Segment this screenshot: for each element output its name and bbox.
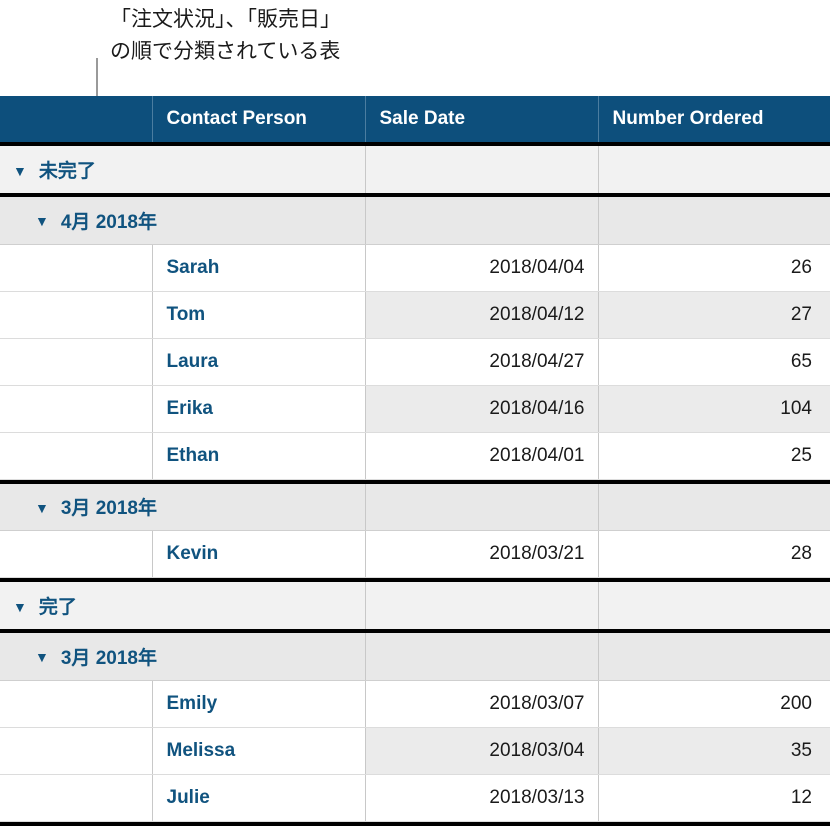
cell-number-ordered[interactable]: 12 [598, 774, 830, 822]
group-empty-cell-sale-date [365, 633, 599, 681]
cell-contact-person[interactable]: Julie [152, 774, 366, 822]
column-header-contact-person[interactable]: Contact Person [152, 96, 366, 142]
group-empty-cell-number-ordered [598, 633, 830, 681]
group-row-level1[interactable]: ▼ 完了 [0, 582, 830, 629]
screenshot-root: 「注文状況」、「販売日」 の順で分類されている表 Contact Person … [0, 0, 830, 826]
group-row-level1[interactable]: ▼ 未完了 [0, 146, 830, 193]
disclosure-triangle-icon[interactable]: ▼ [13, 164, 27, 178]
cell-number-ordered[interactable]: 27 [598, 291, 830, 339]
table-row[interactable]: Julie 2018/03/13 12 [0, 774, 830, 822]
group-row-level2[interactable]: ▼ 4月 2018年 [0, 197, 830, 245]
group-empty-cell-sale-date [365, 146, 599, 193]
cell-contact-person[interactable]: Erika [152, 385, 366, 433]
disclosure-triangle-icon[interactable]: ▼ [13, 600, 27, 614]
disclosure-triangle-icon[interactable]: ▼ [35, 214, 49, 228]
column-header-sale-date[interactable]: Sale Date [365, 96, 599, 142]
cell-contact-person[interactable]: Laura [152, 338, 366, 386]
cell-contact-person[interactable]: Sarah [152, 244, 366, 292]
group-empty-cell-number-ordered [598, 197, 830, 245]
table-row[interactable]: Ethan 2018/04/01 25 [0, 432, 830, 480]
cell-blank [0, 338, 153, 386]
table-row[interactable]: Sarah 2018/04/04 26 [0, 244, 830, 292]
group-empty-cell-sale-date [365, 197, 599, 245]
cell-contact-person[interactable]: Ethan [152, 432, 366, 480]
sorted-table: Contact Person Sale Date Number Ordered … [0, 96, 830, 826]
column-header-number-ordered[interactable]: Number Ordered [598, 96, 830, 142]
cell-sale-date[interactable]: 2018/04/01 [365, 432, 599, 480]
cell-contact-person[interactable]: Kevin [152, 530, 366, 578]
group-label-text: 4月 2018年 [60, 211, 157, 233]
group-label: ▼ 完了 [0, 592, 365, 619]
callout-caption: 「注文状況」、「販売日」 の順で分類されている表 [110, 8, 341, 63]
group-empty-cell-sale-date [365, 483, 599, 531]
cell-sale-date[interactable]: 2018/04/12 [365, 291, 599, 339]
group-label-cell[interactable]: ▼ 3月 2018年 [0, 483, 366, 531]
cell-number-ordered[interactable]: 200 [598, 680, 830, 728]
group-label: ▼ 4月 2018年 [0, 207, 365, 234]
header-row: Contact Person Sale Date Number Ordered [0, 96, 830, 142]
cell-contact-person[interactable]: Emily [152, 680, 366, 728]
cell-contact-person[interactable]: Tom [152, 291, 366, 339]
cell-sale-date[interactable]: 2018/03/13 [365, 774, 599, 822]
column-header-blank[interactable] [0, 96, 153, 142]
cell-blank [0, 244, 153, 292]
table-row[interactable]: Melissa 2018/03/04 35 [0, 727, 830, 775]
group-row-level2[interactable]: ▼ 3月 2018年 [0, 483, 830, 531]
table-row[interactable]: Erika 2018/04/16 104 [0, 385, 830, 433]
data-table: Contact Person Sale Date Number Ordered … [0, 96, 830, 826]
table-row[interactable]: Tom 2018/04/12 27 [0, 291, 830, 339]
cell-blank [0, 291, 153, 339]
cell-blank [0, 727, 153, 775]
table-row[interactable]: Kevin 2018/03/21 28 [0, 530, 830, 578]
group-label-text: 未完了 [38, 161, 96, 182]
cell-number-ordered[interactable]: 65 [598, 338, 830, 386]
table-body: ▼ 未完了 ▼ 4月 2018年 Sarah 2018/04/04 26 Tom 2018/04… [0, 146, 830, 826]
group-row-level2[interactable]: ▼ 3月 2018年 [0, 633, 830, 681]
table-header: Contact Person Sale Date Number Ordered [0, 96, 830, 146]
cell-sale-date[interactable]: 2018/04/16 [365, 385, 599, 433]
disclosure-triangle-icon[interactable]: ▼ [35, 650, 49, 664]
table-row[interactable]: Emily 2018/03/07 200 [0, 680, 830, 728]
cell-sale-date[interactable]: 2018/03/21 [365, 530, 599, 578]
cell-blank [0, 385, 153, 433]
group-empty-cell-number-ordered [598, 582, 830, 629]
cell-number-ordered[interactable]: 104 [598, 385, 830, 433]
cell-blank [0, 680, 153, 728]
cell-sale-date[interactable]: 2018/03/07 [365, 680, 599, 728]
group-label-cell[interactable]: ▼ 3月 2018年 [0, 633, 366, 681]
cell-blank [0, 774, 153, 822]
cell-number-ordered[interactable]: 28 [598, 530, 830, 578]
group-label-text: 完了 [38, 597, 77, 618]
group-label: ▼ 未完了 [0, 156, 365, 183]
cell-number-ordered[interactable]: 35 [598, 727, 830, 775]
cell-contact-person[interactable]: Melissa [152, 727, 366, 775]
group-label-cell[interactable]: ▼ 完了 [0, 582, 366, 629]
cell-number-ordered[interactable]: 25 [598, 432, 830, 480]
cell-blank [0, 432, 153, 480]
group-label-text: 3月 2018年 [60, 498, 157, 520]
group-label-cell[interactable]: ▼ 未完了 [0, 146, 366, 193]
group-label-cell[interactable]: ▼ 4月 2018年 [0, 197, 366, 245]
cell-sale-date[interactable]: 2018/04/04 [365, 244, 599, 292]
table-row[interactable]: Laura 2018/04/27 65 [0, 338, 830, 386]
group-empty-cell-number-ordered [598, 146, 830, 193]
group-label: ▼ 3月 2018年 [0, 493, 365, 520]
cell-sale-date[interactable]: 2018/04/27 [365, 338, 599, 386]
disclosure-triangle-icon[interactable]: ▼ [35, 501, 49, 515]
group-empty-cell-sale-date [365, 582, 599, 629]
group-label: ▼ 3月 2018年 [0, 643, 365, 670]
cell-number-ordered[interactable]: 26 [598, 244, 830, 292]
group-empty-cell-number-ordered [598, 483, 830, 531]
group-label-text: 3月 2018年 [60, 647, 157, 669]
cell-sale-date[interactable]: 2018/03/04 [365, 727, 599, 775]
cell-blank [0, 530, 153, 578]
